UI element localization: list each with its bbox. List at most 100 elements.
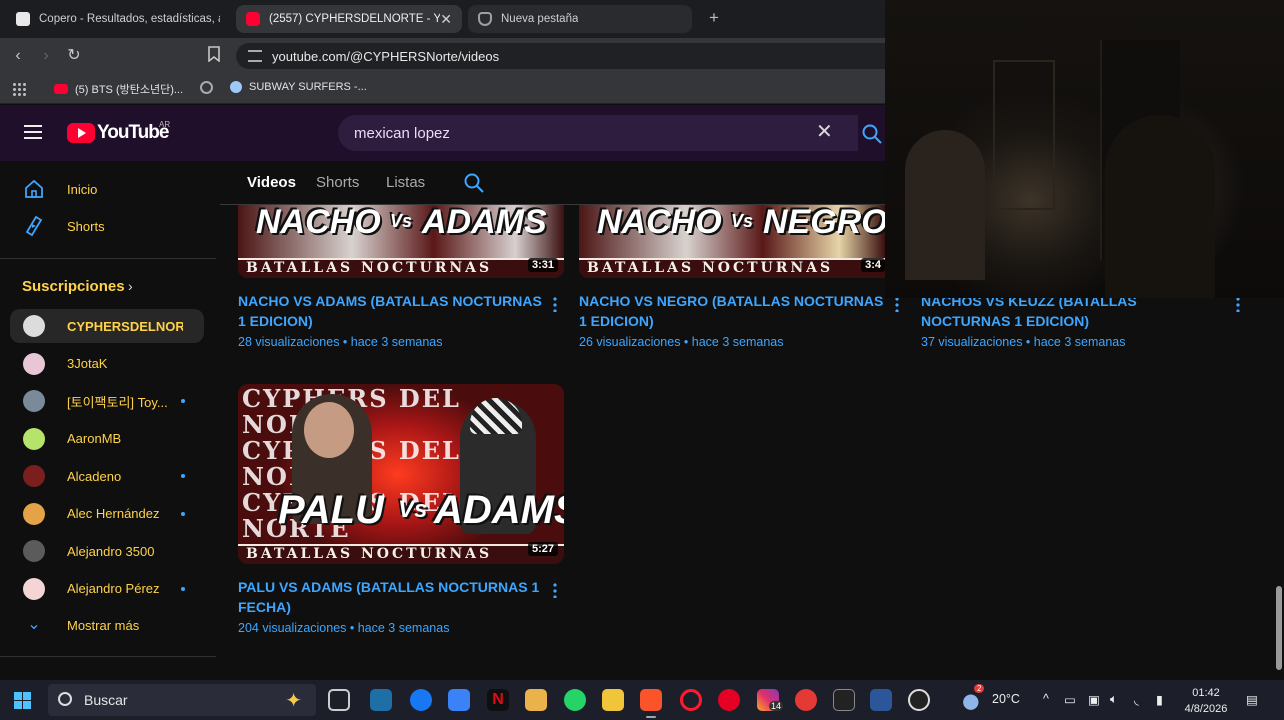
microsoft-store-icon[interactable] bbox=[448, 689, 470, 711]
app-dark-icon[interactable] bbox=[833, 689, 855, 711]
sidebar-subscription-item[interactable]: Alejandro Pérez bbox=[10, 572, 204, 606]
wifi-icon[interactable]: ◟ bbox=[1134, 692, 1139, 707]
weather-cloud-icon[interactable]: 2 bbox=[962, 684, 985, 711]
notifications-icon[interactable]: ▤ bbox=[1246, 692, 1258, 707]
sidebar-item-shorts[interactable]: Shorts bbox=[10, 209, 204, 243]
sidebar-subscription-item[interactable]: Alcadeno bbox=[10, 459, 204, 493]
tab-shorts[interactable]: Shorts bbox=[316, 174, 359, 191]
video-title[interactable]: PALU VS ADAMS (BATALLAS NOCTURNAS 1 FECH… bbox=[238, 577, 548, 617]
chevron-up-icon[interactable]: ^ bbox=[1043, 692, 1049, 706]
new-content-dot bbox=[181, 399, 185, 403]
search-icon[interactable] bbox=[862, 124, 882, 144]
bookmark-bts[interactable]: (5) BTS (방탄소년단)... bbox=[54, 81, 183, 97]
thumbnail-name-right: ADAMS bbox=[434, 488, 564, 532]
usb-icon[interactable]: ▭ bbox=[1064, 692, 1076, 707]
device-icon[interactable]: ▣ bbox=[1088, 692, 1100, 707]
youtube-icon bbox=[54, 84, 68, 94]
tab-videos[interactable]: Videos bbox=[247, 174, 296, 207]
address-bar[interactable]: youtube.com/@CYPHERSNorte/videos bbox=[236, 43, 896, 69]
clock[interactable]: 01:42 4/8/2026 bbox=[1178, 685, 1234, 717]
back-arrow-icon[interactable]: ‹ bbox=[8, 46, 28, 66]
sidebar-subscription-item[interactable]: Alec Hernández bbox=[10, 497, 204, 531]
browser-tab-new[interactable]: Nueva pestaña bbox=[468, 5, 692, 33]
webcam-person-right bbox=[1105, 115, 1215, 298]
thumbnail-name-left: PALU bbox=[278, 488, 384, 532]
forward-arrow-icon[interactable]: › bbox=[36, 46, 56, 66]
globe-bookmark[interactable] bbox=[200, 81, 220, 94]
show-more-button[interactable]: ⌄ Mostrar más bbox=[10, 608, 204, 642]
volume-icon[interactable]: 🔈︎ bbox=[1110, 692, 1118, 707]
video-duration: 5:27 bbox=[527, 542, 558, 556]
tab-listas[interactable]: Listas bbox=[386, 174, 425, 191]
new-content-dot bbox=[181, 511, 185, 516]
site-settings-icon[interactable] bbox=[248, 50, 262, 62]
browser-tab-copero[interactable]: Copero - Resultados, estadísticas, an bbox=[6, 5, 230, 33]
bookmark-subway-surfers[interactable]: SUBWAY SURFERS -... bbox=[230, 81, 367, 93]
more-options-icon[interactable] bbox=[1236, 296, 1240, 312]
microphone-icon[interactable]: ▮ bbox=[1156, 692, 1163, 707]
app-red-icon[interactable] bbox=[795, 689, 817, 711]
netflix-icon[interactable]: N bbox=[487, 689, 509, 711]
thumbnail-band: BATALLAS NOCTURNAS bbox=[238, 258, 564, 278]
band-text: BATALLAS NOCTURNAS bbox=[246, 546, 493, 562]
sidebar-subscription-item[interactable]: Alejandro 3500 bbox=[10, 534, 204, 568]
more-options-icon[interactable] bbox=[553, 582, 557, 598]
new-tab-plus-icon[interactable]: + bbox=[704, 8, 724, 28]
subway-surfers-icon bbox=[230, 81, 242, 93]
youtube-logo[interactable]: YouTube AR bbox=[67, 120, 170, 144]
page-scrollbar[interactable] bbox=[1276, 586, 1282, 670]
clock-date: 4/8/2026 bbox=[1184, 703, 1228, 715]
tab-close-icon[interactable]: ✕ bbox=[440, 11, 452, 28]
chevron-right-icon[interactable]: › bbox=[128, 278, 133, 294]
thumbnail-name-right: NEGRO bbox=[763, 205, 885, 241]
obs-icon[interactable] bbox=[908, 689, 930, 711]
sidebar-subscription-item[interactable]: 3JotaK bbox=[10, 347, 204, 381]
sidebar-subscription-item[interactable]: [토이팩토리] Toy... bbox=[10, 384, 204, 418]
app-icon[interactable] bbox=[602, 689, 624, 711]
channel-avatar bbox=[23, 427, 45, 450]
taskbar-search[interactable]: Buscar ✦ bbox=[48, 684, 316, 716]
brave-browser-icon[interactable] bbox=[640, 689, 662, 718]
video-title[interactable]: NACHO VS NEGRO (BATALLAS NOCTURNAS 1 EDI… bbox=[579, 291, 885, 331]
file-explorer-icon[interactable] bbox=[525, 689, 547, 711]
sidebar-item-inicio[interactable]: Inicio bbox=[10, 172, 204, 206]
browser-tab-youtube[interactable]: (2557) CYPHERSDELNORTE - You ✕ bbox=[236, 5, 462, 33]
task-view-icon[interactable] bbox=[328, 689, 350, 711]
reload-icon[interactable]: ↻ bbox=[64, 46, 84, 66]
clear-search-icon[interactable]: ✕ bbox=[816, 121, 833, 143]
facebook-icon[interactable] bbox=[410, 689, 432, 711]
opera-icon[interactable] bbox=[680, 689, 702, 711]
more-options-icon[interactable] bbox=[895, 296, 899, 312]
sidebar-subscription-item[interactable]: AaronMB bbox=[10, 422, 204, 456]
instagram-icon[interactable]: 14 bbox=[757, 689, 784, 711]
thumbnail-vs: Vs bbox=[731, 211, 754, 231]
channel-search-icon[interactable] bbox=[464, 173, 484, 193]
video-title[interactable]: NACHO VS ADAMS (BATALLAS NOCTURNAS 1 EDI… bbox=[238, 291, 548, 331]
band-text: BATALLAS NOCTURNAS bbox=[246, 260, 493, 276]
video-thumbnail[interactable]: NACHO Vs ADAMS BATALLAS NOCTURNAS 3:31 bbox=[238, 205, 564, 278]
sidebar-subscription-item[interactable]: CYPHERSDELNORTE bbox=[10, 309, 204, 343]
pinterest-icon[interactable] bbox=[718, 689, 740, 711]
webcam-shelf bbox=[993, 60, 1055, 210]
thumbnail-name-left: NACHO bbox=[597, 205, 722, 241]
channel-avatar bbox=[23, 352, 45, 375]
subscription-label: CYPHERSDELNORTE bbox=[67, 318, 183, 334]
video-thumbnail[interactable]: CYPHERS DEL NORTE CYPHERS DEL NORTE CYPH… bbox=[238, 384, 564, 564]
subscriptions-heading[interactable]: Suscripciones bbox=[22, 278, 125, 295]
subscription-label: 3JotaK bbox=[67, 356, 108, 371]
menu-hamburger-icon[interactable] bbox=[24, 125, 42, 139]
globe-icon bbox=[200, 81, 213, 94]
weather-temperature[interactable]: 20°C bbox=[992, 692, 1020, 706]
home-icon bbox=[25, 179, 43, 198]
search-input[interactable] bbox=[354, 124, 794, 142]
more-options-icon[interactable] bbox=[553, 296, 557, 312]
apps-grid-icon[interactable] bbox=[12, 82, 26, 96]
bookmark-icon[interactable] bbox=[204, 46, 224, 66]
video-meta: 37 visualizaciones • hace 3 semanas bbox=[921, 335, 1126, 349]
store-icon[interactable] bbox=[370, 689, 392, 711]
windows-start-icon[interactable] bbox=[14, 692, 31, 709]
video-duration: 3:31 bbox=[527, 258, 558, 272]
whatsapp-icon[interactable] bbox=[564, 689, 586, 711]
video-thumbnail[interactable]: NACHO Vs NEGRO BATALLAS NOCTURNAS 3:4 bbox=[579, 205, 885, 278]
word-icon[interactable] bbox=[870, 689, 892, 711]
